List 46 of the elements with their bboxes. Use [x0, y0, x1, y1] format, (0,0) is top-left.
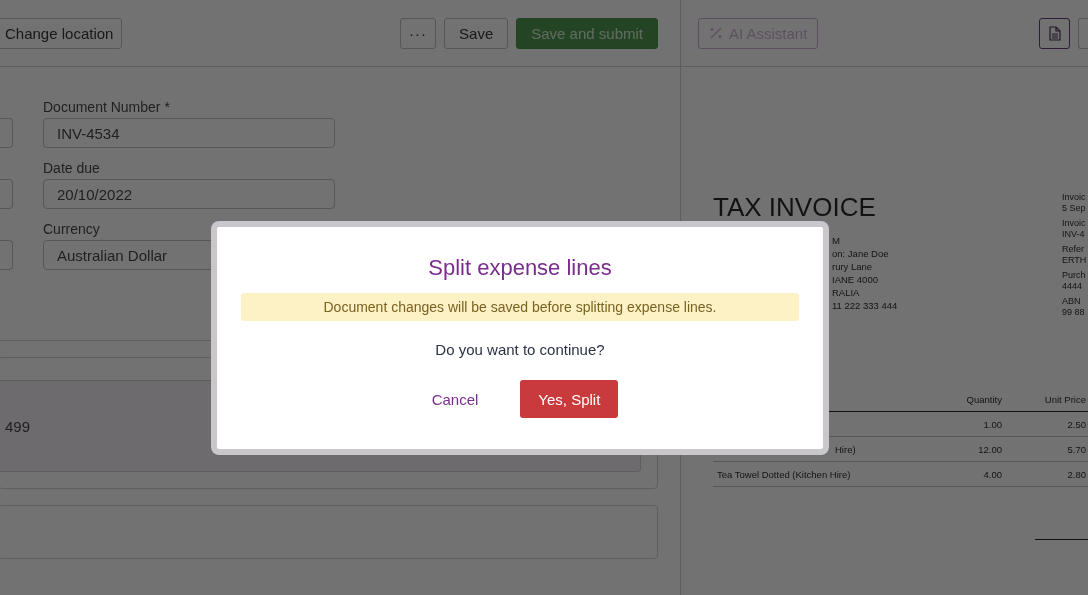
invoice-detail: INV-4	[1062, 229, 1086, 240]
warning-banner: Document changes will be saved before splitting expense lines.	[241, 293, 799, 321]
table-cell: 4.00	[942, 461, 1002, 487]
document-view-button[interactable]	[1039, 17, 1070, 49]
dialog-message: Do you want to continue?	[435, 341, 605, 358]
address-line: on: Jane Doe	[832, 247, 890, 260]
line-value: 499	[5, 417, 31, 435]
input-field[interactable]: 20/10/2022	[43, 179, 335, 209]
field-label: Date due	[43, 160, 101, 176]
column-header: Unit Price	[1002, 388, 1088, 412]
invoice-detail: Invoic	[1062, 192, 1087, 203]
input-field[interactable]: INV-4534	[43, 118, 335, 148]
save-button[interactable]: Save	[444, 17, 509, 49]
invoice-detail: Refer	[1062, 244, 1085, 255]
field-label: Currency	[43, 221, 101, 237]
address-line: rury Lane	[832, 260, 874, 273]
table-cell: Tea Towel Dotted (Kitchen Hire)	[713, 461, 942, 487]
table-cell: 5.70	[1002, 436, 1088, 462]
invoice-detail: 99 88	[1062, 307, 1086, 318]
confirm-button[interactable]: Yes, Split	[520, 380, 619, 418]
document-icon	[1048, 25, 1061, 41]
table-cell: 2.50	[1002, 411, 1088, 437]
invoice-detail: 4444	[1062, 281, 1084, 292]
change-location-button[interactable]: Change location	[0, 17, 123, 49]
input-field[interactable]	[0, 240, 13, 270]
dialog-title: Split expense lines	[428, 255, 612, 281]
address-line: RALIA	[832, 286, 861, 299]
invoice-detail: 5 Sep	[1062, 203, 1087, 214]
column-header: Quantity	[942, 388, 1002, 412]
input-field[interactable]	[0, 179, 13, 209]
invoice-detail: Purch	[1062, 270, 1087, 281]
more-button[interactable]: ···	[400, 17, 437, 49]
table-cell: 12.00	[942, 436, 1002, 462]
invoice-title: TAX INVOICE	[713, 192, 877, 222]
invoice-detail: ERTH	[1062, 255, 1088, 266]
cancel-button[interactable]: Cancel	[421, 382, 489, 416]
input-field[interactable]	[0, 118, 13, 148]
address-line: M	[832, 234, 841, 247]
invoice-detail: ABN	[1062, 296, 1082, 307]
toolbar-button[interactable]	[1078, 17, 1088, 49]
table-cell: 1.00	[942, 411, 1002, 437]
invoice-detail: Invoic	[1062, 218, 1087, 229]
table-cell: 2.80	[1002, 461, 1088, 487]
field-label: Document Number *	[43, 99, 171, 115]
address-line: 11 222 333 444	[832, 299, 899, 312]
address-line: IANE 4000	[832, 273, 879, 286]
